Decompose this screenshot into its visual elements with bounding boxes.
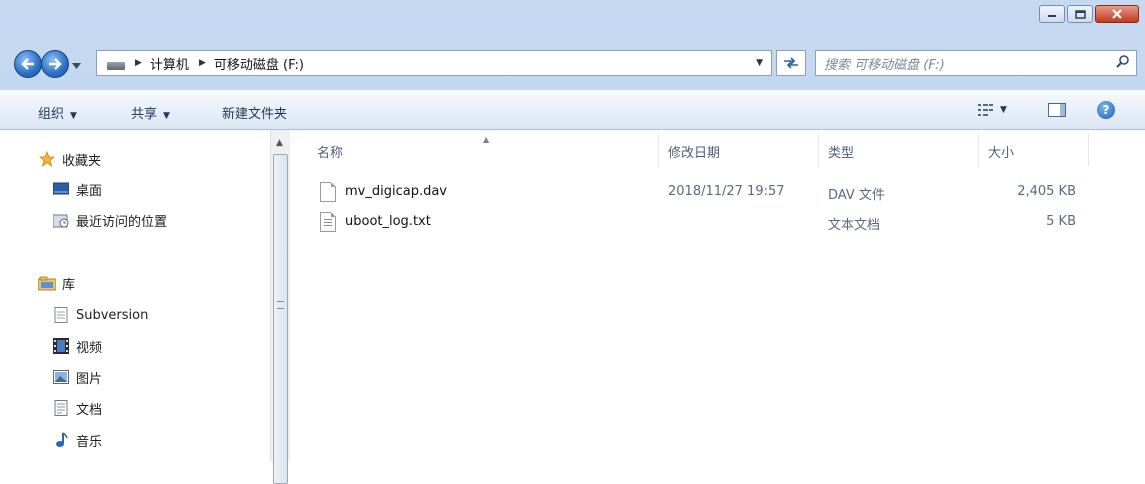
chevron-down-icon: ▼ <box>1000 105 1007 115</box>
recent-places-icon <box>52 212 70 228</box>
maximize-button[interactable] <box>1067 5 1093 23</box>
maximize-icon <box>1074 9 1086 19</box>
nav-item-favorites[interactable]: 收藏夹 <box>38 147 101 171</box>
nav-label: 最近访问的位置 <box>76 214 168 230</box>
file-name: mv_digicap.dav <box>345 184 447 199</box>
sort-ascending-icon: ▲ <box>483 135 490 144</box>
libraries-icon <box>38 275 56 291</box>
address-row: ▶ 计算机 ▶ 可移动磁盘 (F:) ▼ 搜索 可移动磁盘 (F:) <box>0 48 1145 80</box>
nav-item-videos[interactable]: 视频 <box>52 334 102 358</box>
new-folder-button[interactable]: 新建文件夹 <box>222 103 287 122</box>
explorer-window: ▶ 计算机 ▶ 可移动磁盘 (F:) ▼ 搜索 可移动磁盘 (F:) 组织 ▼ 共… <box>0 0 1145 484</box>
video-library-icon <box>52 338 70 354</box>
breadcrumb-arrow-icon[interactable]: ▶ <box>199 58 206 68</box>
help-button[interactable]: ? <box>1097 101 1115 119</box>
search-box[interactable]: 搜索 可移动磁盘 (F:) <box>815 50 1137 76</box>
recent-pages-dropdown[interactable] <box>72 58 81 73</box>
minimize-button[interactable] <box>1039 5 1065 23</box>
nav-item-music[interactable]: 音乐 <box>52 428 102 452</box>
nav-item-documents[interactable]: 文档 <box>52 396 102 420</box>
breadcrumb-removable-disk[interactable]: 可移动磁盘 (F:) <box>214 54 304 73</box>
music-note-icon <box>52 432 70 448</box>
refresh-icon <box>784 57 798 69</box>
breadcrumb-arrow-icon[interactable]: ▶ <box>135 58 142 68</box>
help-icon: ? <box>1102 103 1110 117</box>
text-file-icon <box>320 212 336 232</box>
nav-label: 桌面 <box>76 183 103 199</box>
document-library-icon <box>52 307 70 323</box>
nav-item-pictures[interactable]: 图片 <box>52 365 102 389</box>
column-headers: ▲ 名称 修改日期 类型 大小 <box>290 130 1145 170</box>
forward-button[interactable] <box>41 50 69 78</box>
breadcrumb-computer[interactable]: 计算机 <box>150 54 189 73</box>
address-dropdown-icon[interactable]: ▼ <box>756 58 763 68</box>
preview-pane-button[interactable] <box>1048 103 1066 117</box>
forward-arrow-icon <box>49 58 62 70</box>
column-divider[interactable] <box>658 134 659 166</box>
picture-library-icon <box>52 369 70 385</box>
file-list-pane: ▲ 名称 修改日期 类型 大小 mv_digicap.dav 2018/11/2… <box>290 130 1145 461</box>
scrollbar-thumb[interactable] <box>273 154 288 484</box>
blank-file-icon <box>320 182 336 202</box>
navigation-pane: 收藏夹 桌面 最近访问的位置 库 Subversion 视频 图片 文档 音乐 <box>0 130 290 461</box>
nav-label: 库 <box>62 277 76 293</box>
organize-menu[interactable]: 组织 ▼ <box>38 103 77 122</box>
file-type: DAV 文件 <box>828 188 885 203</box>
file-size: 2,405 KB <box>1017 184 1076 199</box>
star-icon <box>38 151 56 167</box>
column-header-modified[interactable]: 修改日期 <box>668 142 720 166</box>
back-button[interactable] <box>14 50 42 78</box>
grip-icon <box>277 301 284 309</box>
nav-label: 视频 <box>76 340 103 356</box>
search-placeholder: 搜索 可移动磁盘 (F:) <box>824 57 945 73</box>
minimize-icon <box>1048 15 1056 17</box>
chevron-down-icon: ▼ <box>70 111 77 121</box>
file-type: 文本文档 <box>828 218 881 233</box>
nav-label: 图片 <box>76 371 103 387</box>
address-bar[interactable]: ▶ 计算机 ▶ 可移动磁盘 (F:) ▼ <box>96 50 772 76</box>
column-divider[interactable] <box>978 134 979 166</box>
share-label: 共享 <box>131 107 158 122</box>
column-header-name[interactable]: 名称 <box>317 142 343 166</box>
desktop-icon <box>52 181 70 197</box>
scroll-up-arrow-icon[interactable]: ▲ <box>276 138 283 148</box>
column-divider[interactable] <box>1088 134 1089 166</box>
file-row[interactable]: mv_digicap.dav 2018/11/27 19:57 DAV 文件 2… <box>290 180 1145 204</box>
caption-buttons <box>1039 5 1139 23</box>
close-button[interactable] <box>1095 5 1139 23</box>
drive-icon <box>107 62 125 70</box>
file-size: 5 KB <box>1046 214 1076 229</box>
close-icon <box>1112 9 1122 19</box>
chevron-down-icon <box>72 63 81 69</box>
change-view-button[interactable]: ▼ <box>978 104 1007 116</box>
nav-item-libraries[interactable]: 库 <box>38 271 75 295</box>
nav-item-recent-places[interactable]: 最近访问的位置 <box>52 208 167 232</box>
organize-label: 组织 <box>38 107 65 122</box>
file-name: uboot_log.txt <box>345 214 431 229</box>
chevron-down-icon: ▼ <box>163 111 170 121</box>
file-row[interactable]: uboot_log.txt 文本文档 5 KB <box>290 210 1145 234</box>
share-menu[interactable]: 共享 ▼ <box>131 103 170 122</box>
file-modified: 2018/11/27 19:57 <box>668 184 785 199</box>
column-divider[interactable] <box>818 134 819 166</box>
nav-label: 文档 <box>76 402 103 418</box>
column-header-size[interactable]: 大小 <box>988 142 1014 166</box>
nav-label: 音乐 <box>76 434 103 450</box>
nav-label: Subversion <box>76 307 149 323</box>
nav-item-desktop[interactable]: 桌面 <box>52 177 102 201</box>
search-icon[interactable] <box>1116 54 1130 72</box>
command-bar: 组织 ▼ 共享 ▼ 新建文件夹 ▼ ? <box>0 90 1145 130</box>
nav-label: 收藏夹 <box>62 153 102 169</box>
back-arrow-icon <box>21 58 34 70</box>
navigation-scrollbar[interactable]: ▲ <box>270 130 290 484</box>
view-list-icon <box>978 104 993 116</box>
nav-item-subversion[interactable]: Subversion <box>52 303 148 327</box>
column-header-type[interactable]: 类型 <box>828 142 854 166</box>
refresh-button[interactable] <box>776 50 806 76</box>
documents-library-icon <box>52 400 70 416</box>
